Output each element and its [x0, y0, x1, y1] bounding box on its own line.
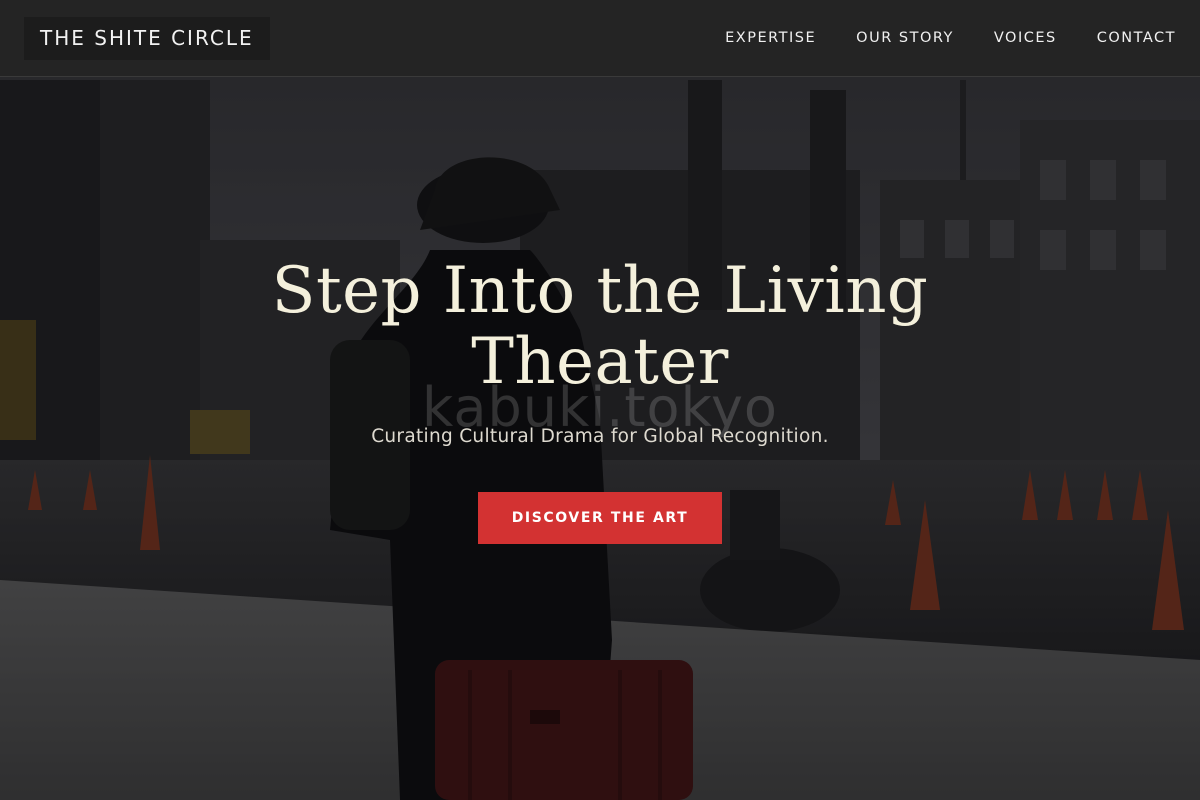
hero-section: kabuki.tokyo Step Into the Living Theate… [0, 0, 1200, 800]
hero-title-line-2: Theater [471, 325, 729, 399]
landing-page: THE SHITE CIRCLE EXPERTISE OUR STORY VOI… [0, 0, 1200, 800]
hero-title: Step Into the Living Theater [200, 256, 1000, 398]
discover-the-art-button[interactable]: DISCOVER THE ART [478, 492, 722, 544]
hero-title-line-1: Step Into the Living [271, 254, 929, 328]
hero-subtitle: Curating Cultural Drama for Global Recog… [371, 426, 829, 447]
